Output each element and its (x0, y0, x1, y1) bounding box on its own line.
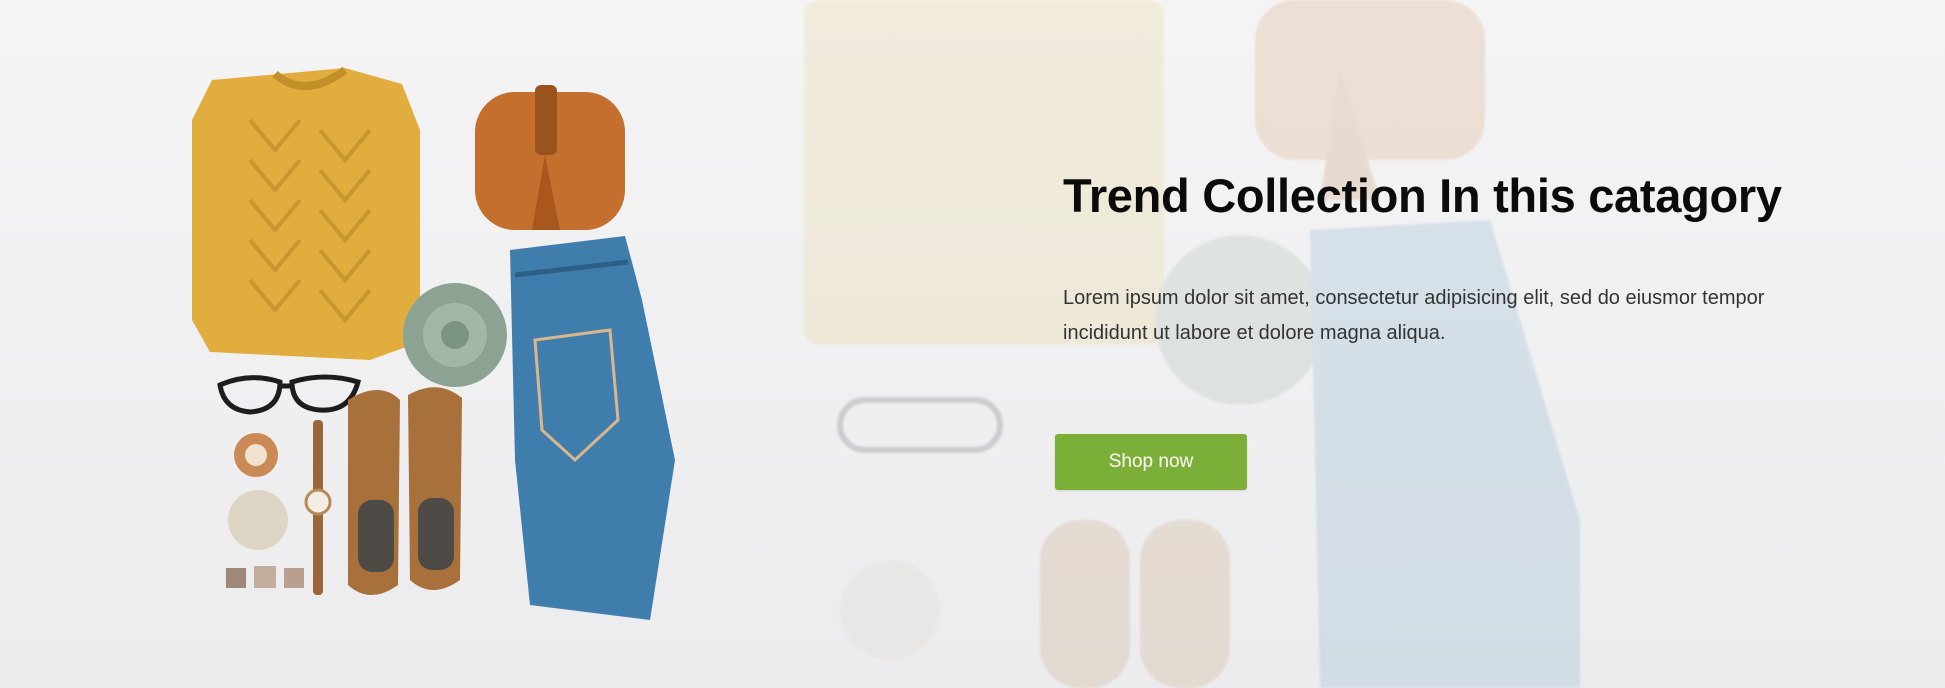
glasses-item (217, 374, 362, 415)
hero-banner: Trend Collection In this catagory Lorem … (0, 0, 1945, 688)
jeans-item (510, 236, 675, 620)
dish-item (228, 433, 288, 550)
hero-description: Lorem ipsum dolor sit amet, consectetur … (1063, 287, 1765, 344)
rings-item (226, 566, 304, 588)
hero-title: Trend Collection In this catagory (1063, 169, 1782, 222)
hero-content: Trend Collection In this catagory Lorem … (1063, 165, 1863, 351)
shop-now-button[interactable]: Shop now (1055, 434, 1247, 490)
sweater-item (192, 66, 420, 360)
product-photo (192, 66, 675, 620)
shoes-item (348, 387, 462, 595)
succulent-item (403, 283, 507, 387)
watch-item (304, 420, 332, 595)
handbag-item (475, 85, 625, 230)
